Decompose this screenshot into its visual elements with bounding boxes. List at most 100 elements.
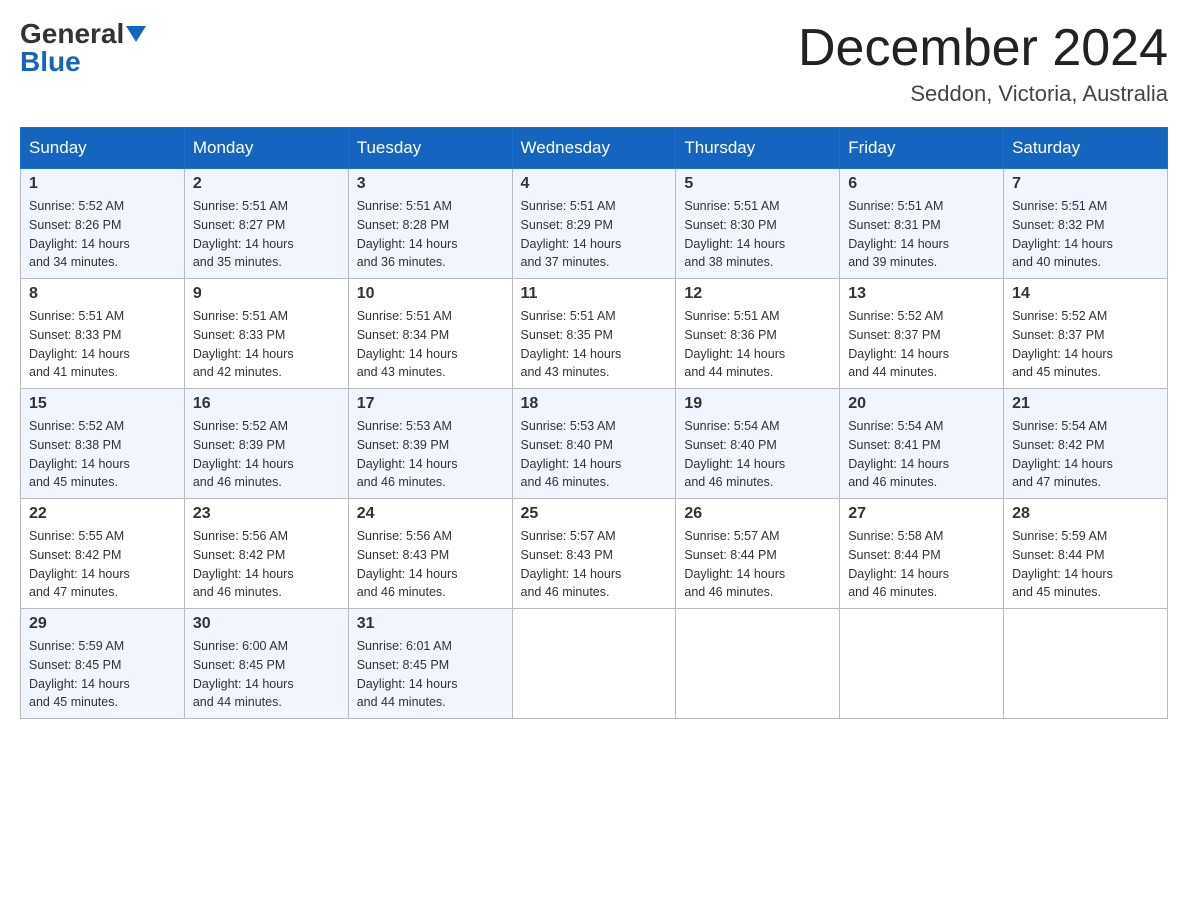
day-info: Sunrise: 6:00 AMSunset: 8:45 PMDaylight:… [193,637,340,712]
day-info: Sunrise: 5:57 AMSunset: 8:43 PMDaylight:… [521,527,668,602]
day-number: 11 [521,285,668,303]
day-info: Sunrise: 5:53 AMSunset: 8:40 PMDaylight:… [521,417,668,492]
day-info: Sunrise: 5:51 AMSunset: 8:31 PMDaylight:… [848,197,995,272]
day-number: 14 [1012,285,1159,303]
day-number: 6 [848,175,995,193]
calendar-cell: 7 Sunrise: 5:51 AMSunset: 8:32 PMDaylight… [1004,169,1168,279]
page-header: General Blue December 2024 Seddon, Victo… [20,20,1168,107]
calendar-cell: 22Sunrise: 5:55 AMSunset: 8:42 PMDayligh… [21,499,185,609]
header-day-thursday: Thursday [676,128,840,169]
calendar-cell: 27 Sunrise: 5:58 AMSunset: 8:44 PMDayligh… [840,499,1004,609]
day-number: 24 [357,505,504,523]
day-info: Sunrise: 5:51 AMSunset: 8:36 PMDaylight:… [684,307,831,382]
day-number: 9 [193,285,340,303]
calendar-cell: 25 Sunrise: 5:57 AMSunset: 8:43 PMDayligh… [512,499,676,609]
day-info: Sunrise: 5:54 AMSunset: 8:40 PMDaylight:… [684,417,831,492]
calendar-table: SundayMondayTuesdayWednesdayThursdayFrid… [20,127,1168,719]
calendar-cell: 12 Sunrise: 5:51 AMSunset: 8:36 PMDayligh… [676,279,840,389]
day-number: 12 [684,285,831,303]
day-number: 4 [521,175,668,193]
calendar-header: SundayMondayTuesdayWednesdayThursdayFrid… [21,128,1168,169]
day-info: Sunrise: 5:58 AMSunset: 8:44 PMDaylight:… [848,527,995,602]
calendar-cell [1004,609,1168,719]
month-title: December 2024 [798,20,1168,77]
day-number: 7 [1012,175,1159,193]
calendar-cell: 15Sunrise: 5:52 AMSunset: 8:38 PMDayligh… [21,389,185,499]
day-info: Sunrise: 5:54 AMSunset: 8:42 PMDaylight:… [1012,417,1159,492]
day-info: Sunrise: 5:56 AMSunset: 8:43 PMDaylight:… [357,527,504,602]
day-info: Sunrise: 5:51 AMSunset: 8:34 PMDaylight:… [357,307,504,382]
day-number: 30 [193,615,340,633]
header-day-friday: Friday [840,128,1004,169]
day-number: 27 [848,505,995,523]
day-number: 16 [193,395,340,413]
day-info: Sunrise: 5:51 AMSunset: 8:30 PMDaylight:… [684,197,831,272]
day-number: 1 [29,175,176,193]
calendar-cell: 21 Sunrise: 5:54 AMSunset: 8:42 PMDayligh… [1004,389,1168,499]
calendar-cell [840,609,1004,719]
day-info: Sunrise: 5:52 AMSunset: 8:37 PMDaylight:… [1012,307,1159,382]
day-info: Sunrise: 5:57 AMSunset: 8:44 PMDaylight:… [684,527,831,602]
calendar-cell: 5 Sunrise: 5:51 AMSunset: 8:30 PMDaylight… [676,169,840,279]
calendar-cell: 19Sunrise: 5:54 AMSunset: 8:40 PMDayligh… [676,389,840,499]
week-row-5: 29 Sunrise: 5:59 AMSunset: 8:45 PMDayligh… [21,609,1168,719]
calendar-cell: 11Sunrise: 5:51 AMSunset: 8:35 PMDayligh… [512,279,676,389]
logo-general-text: General [20,20,124,48]
day-info: Sunrise: 5:51 AMSunset: 8:28 PMDaylight:… [357,197,504,272]
calendar-cell: 3 Sunrise: 5:51 AMSunset: 8:28 PMDaylight… [348,169,512,279]
calendar-cell: 4 Sunrise: 5:51 AMSunset: 8:29 PMDaylight… [512,169,676,279]
calendar-cell: 28 Sunrise: 5:59 AMSunset: 8:44 PMDayligh… [1004,499,1168,609]
day-info: Sunrise: 5:59 AMSunset: 8:45 PMDaylight:… [29,637,176,712]
calendar-cell: 30 Sunrise: 6:00 AMSunset: 8:45 PMDayligh… [184,609,348,719]
calendar-cell: 26Sunrise: 5:57 AMSunset: 8:44 PMDayligh… [676,499,840,609]
day-info: Sunrise: 5:54 AMSunset: 8:41 PMDaylight:… [848,417,995,492]
week-row-1: 1 Sunrise: 5:52 AMSunset: 8:26 PMDaylight… [21,169,1168,279]
day-number: 18 [521,395,668,413]
day-number: 21 [1012,395,1159,413]
day-number: 29 [29,615,176,633]
calendar-cell [512,609,676,719]
day-number: 8 [29,285,176,303]
calendar-cell: 6 Sunrise: 5:51 AMSunset: 8:31 PMDaylight… [840,169,1004,279]
calendar-cell: 10Sunrise: 5:51 AMSunset: 8:34 PMDayligh… [348,279,512,389]
day-number: 17 [357,395,504,413]
header-day-tuesday: Tuesday [348,128,512,169]
day-info: Sunrise: 5:59 AMSunset: 8:44 PMDaylight:… [1012,527,1159,602]
calendar-cell: 9 Sunrise: 5:51 AMSunset: 8:33 PMDaylight… [184,279,348,389]
calendar-body: 1 Sunrise: 5:52 AMSunset: 8:26 PMDaylight… [21,169,1168,719]
day-info: Sunrise: 5:55 AMSunset: 8:42 PMDaylight:… [29,527,176,602]
logo-blue-text: Blue [20,48,81,76]
day-number: 25 [521,505,668,523]
day-info: Sunrise: 5:51 AMSunset: 8:33 PMDaylight:… [193,307,340,382]
day-info: Sunrise: 6:01 AMSunset: 8:45 PMDaylight:… [357,637,504,712]
day-info: Sunrise: 5:52 AMSunset: 8:38 PMDaylight:… [29,417,176,492]
calendar-cell: 2 Sunrise: 5:51 AMSunset: 8:27 PMDaylight… [184,169,348,279]
calendar-cell: 1 Sunrise: 5:52 AMSunset: 8:26 PMDaylight… [21,169,185,279]
location-title: Seddon, Victoria, Australia [798,81,1168,107]
day-number: 28 [1012,505,1159,523]
day-info: Sunrise: 5:51 AMSunset: 8:33 PMDaylight:… [29,307,176,382]
calendar-cell: 8 Sunrise: 5:51 AMSunset: 8:33 PMDaylight… [21,279,185,389]
day-info: Sunrise: 5:51 AMSunset: 8:29 PMDaylight:… [521,197,668,272]
day-number: 20 [848,395,995,413]
day-info: Sunrise: 5:52 AMSunset: 8:26 PMDaylight:… [29,197,176,272]
day-number: 3 [357,175,504,193]
calendar-cell: 20 Sunrise: 5:54 AMSunset: 8:41 PMDayligh… [840,389,1004,499]
day-number: 31 [357,615,504,633]
calendar-cell: 13Sunrise: 5:52 AMSunset: 8:37 PMDayligh… [840,279,1004,389]
week-row-2: 8 Sunrise: 5:51 AMSunset: 8:33 PMDaylight… [21,279,1168,389]
day-info: Sunrise: 5:56 AMSunset: 8:42 PMDaylight:… [193,527,340,602]
day-number: 2 [193,175,340,193]
calendar-cell: 14 Sunrise: 5:52 AMSunset: 8:37 PMDayligh… [1004,279,1168,389]
week-row-3: 15Sunrise: 5:52 AMSunset: 8:38 PMDayligh… [21,389,1168,499]
calendar-cell: 18 Sunrise: 5:53 AMSunset: 8:40 PMDayligh… [512,389,676,499]
calendar-cell: 24 Sunrise: 5:56 AMSunset: 8:43 PMDayligh… [348,499,512,609]
day-info: Sunrise: 5:51 AMSunset: 8:32 PMDaylight:… [1012,197,1159,272]
calendar-cell: 23Sunrise: 5:56 AMSunset: 8:42 PMDayligh… [184,499,348,609]
header-row: SundayMondayTuesdayWednesdayThursdayFrid… [21,128,1168,169]
day-number: 5 [684,175,831,193]
day-info: Sunrise: 5:51 AMSunset: 8:27 PMDaylight:… [193,197,340,272]
calendar-cell: 31 Sunrise: 6:01 AMSunset: 8:45 PMDayligh… [348,609,512,719]
header-day-monday: Monday [184,128,348,169]
logo: General Blue [20,20,146,76]
